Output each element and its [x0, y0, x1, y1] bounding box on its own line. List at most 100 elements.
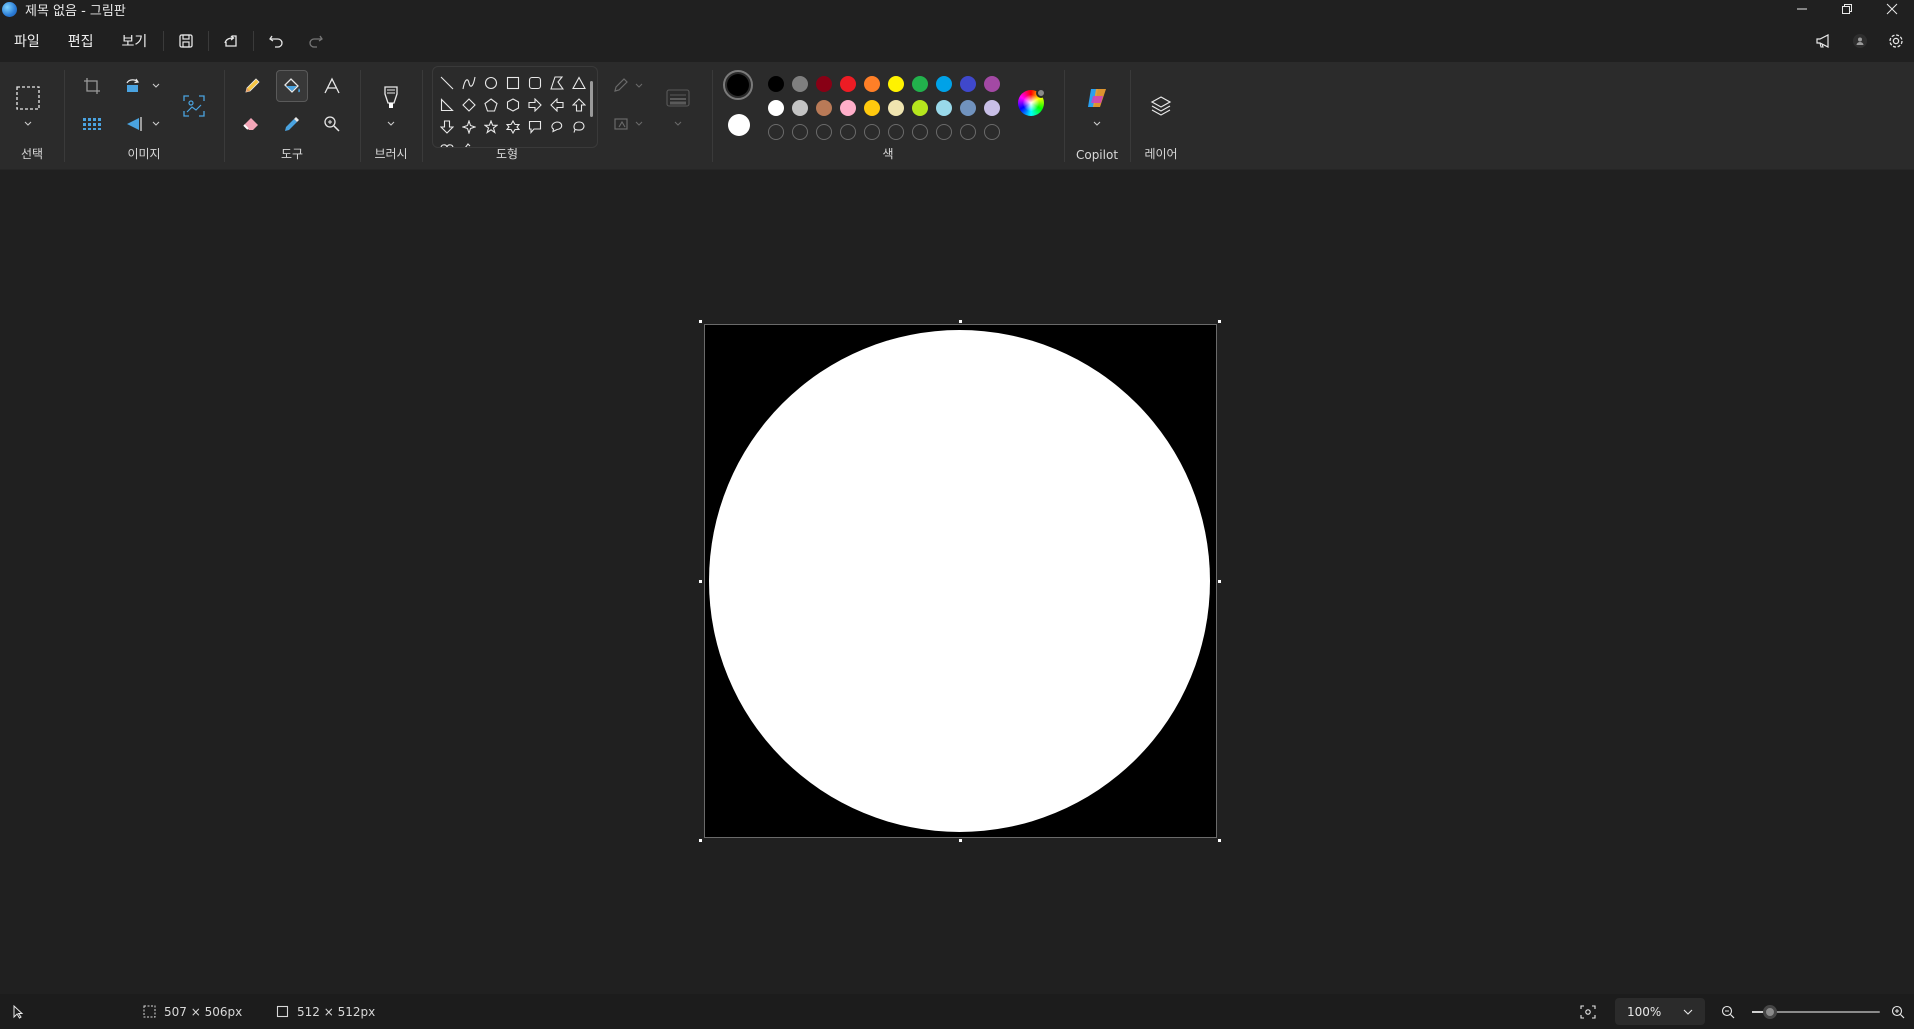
- palette-swatch[interactable]: [840, 100, 856, 116]
- shape-hexagon[interactable]: [503, 95, 523, 115]
- menu-file[interactable]: 파일: [0, 24, 54, 58]
- undo-button[interactable]: [256, 24, 296, 58]
- palette-swatch[interactable]: [984, 100, 1000, 116]
- line-size-dropdown[interactable]: [673, 119, 683, 129]
- palette-swatch[interactable]: [864, 76, 880, 92]
- shape-cloud-callout[interactable]: [569, 117, 589, 137]
- shape-oval[interactable]: [481, 73, 501, 93]
- select-rectangle-button[interactable]: [12, 82, 44, 114]
- resize-handle-top[interactable]: [958, 319, 963, 324]
- zoom-slider-thumb[interactable]: [1762, 1005, 1777, 1019]
- close-button[interactable]: [1869, 0, 1914, 18]
- shape-line[interactable]: [437, 73, 457, 93]
- rotate-button[interactable]: [118, 70, 150, 102]
- custom-color-slot[interactable]: [888, 124, 904, 140]
- shape-diamond[interactable]: [459, 95, 479, 115]
- shape-fill-dropdown[interactable]: [634, 119, 644, 129]
- outline-dropdown[interactable]: [634, 81, 644, 91]
- custom-color-slot[interactable]: [840, 124, 856, 140]
- palette-swatch[interactable]: [936, 76, 952, 92]
- custom-color-slot[interactable]: [912, 124, 928, 140]
- shape-rounded-rectangle[interactable]: [525, 73, 545, 93]
- palette-swatch[interactable]: [816, 100, 832, 116]
- zoom-out-button[interactable]: [1721, 994, 1735, 1029]
- shape-oval-callout[interactable]: [547, 117, 567, 137]
- custom-color-slot[interactable]: [864, 124, 880, 140]
- custom-color-slot[interactable]: [792, 124, 808, 140]
- custom-color-slot[interactable]: [960, 124, 976, 140]
- shape-pentagon[interactable]: [481, 95, 501, 115]
- pencil-button[interactable]: [236, 70, 268, 102]
- fill-button[interactable]: [276, 70, 308, 102]
- custom-color-slot[interactable]: [984, 124, 1000, 140]
- shape-right-arrow[interactable]: [525, 95, 545, 115]
- shape-four-point-star[interactable]: [459, 117, 479, 137]
- palette-swatch[interactable]: [792, 76, 808, 92]
- shape-right-triangle[interactable]: [437, 95, 457, 115]
- palette-swatch[interactable]: [960, 76, 976, 92]
- palette-swatch[interactable]: [912, 76, 928, 92]
- layers-button[interactable]: [1145, 90, 1177, 122]
- text-button[interactable]: [316, 70, 348, 102]
- palette-swatch[interactable]: [984, 76, 1000, 92]
- share-button[interactable]: [211, 24, 251, 58]
- rotate-dropdown[interactable]: [151, 81, 161, 91]
- zoom-slider[interactable]: [1752, 1005, 1880, 1019]
- custom-color-slot[interactable]: [768, 124, 784, 140]
- custom-color-slot[interactable]: [816, 124, 832, 140]
- palette-swatch[interactable]: [888, 76, 904, 92]
- drawing-canvas[interactable]: [704, 324, 1217, 838]
- shape-triangle[interactable]: [569, 73, 589, 93]
- palette-swatch[interactable]: [960, 100, 976, 116]
- magnifier-button[interactable]: [316, 108, 348, 140]
- image-background-button[interactable]: [178, 90, 210, 122]
- crop-button[interactable]: [76, 70, 108, 102]
- palette-swatch[interactable]: [840, 76, 856, 92]
- primary-color-selector[interactable]: [723, 70, 753, 100]
- color-picker-button[interactable]: [276, 108, 308, 140]
- palette-swatch[interactable]: [792, 100, 808, 116]
- zoom-select[interactable]: 100%: [1615, 998, 1705, 1025]
- shapes-scrollbar[interactable]: [590, 81, 593, 117]
- select-dropdown[interactable]: [23, 119, 33, 129]
- announcement-button[interactable]: [1806, 24, 1842, 58]
- zoom-in-button[interactable]: [1891, 994, 1905, 1029]
- minimize-button[interactable]: [1779, 0, 1824, 18]
- shape-left-arrow[interactable]: [547, 95, 567, 115]
- menu-edit[interactable]: 편집: [54, 24, 108, 58]
- resize-handle-left[interactable]: [698, 579, 703, 584]
- shape-six-point-star[interactable]: [503, 117, 523, 137]
- shape-down-arrow[interactable]: [437, 117, 457, 137]
- resize-handle-bottom[interactable]: [958, 838, 963, 843]
- brushes-dropdown[interactable]: [386, 119, 396, 129]
- shape-five-point-star[interactable]: [481, 117, 501, 137]
- palette-swatch[interactable]: [888, 100, 904, 116]
- palette-swatch[interactable]: [912, 100, 928, 116]
- palette-swatch[interactable]: [768, 76, 784, 92]
- settings-button[interactable]: [1878, 24, 1914, 58]
- shape-curve[interactable]: [459, 73, 479, 93]
- palette-swatch[interactable]: [768, 100, 784, 116]
- fit-to-window-button[interactable]: [1580, 994, 1596, 1029]
- shape-up-arrow[interactable]: [569, 95, 589, 115]
- resize-handle-right[interactable]: [1217, 579, 1222, 584]
- flip-dropdown[interactable]: [151, 119, 161, 129]
- save-button[interactable]: [166, 24, 206, 58]
- shape-rect-callout[interactable]: [525, 117, 545, 137]
- custom-color-slot[interactable]: [936, 124, 952, 140]
- secondary-color-swatch[interactable]: [728, 114, 750, 136]
- brushes-button[interactable]: [375, 82, 407, 114]
- account-button[interactable]: [1842, 24, 1878, 58]
- resize-handle-top-right[interactable]: [1217, 319, 1222, 324]
- shape-polygon[interactable]: [547, 73, 567, 93]
- line-size-button[interactable]: [662, 82, 694, 114]
- edit-colors-button[interactable]: [1018, 88, 1046, 116]
- redo-button[interactable]: [296, 24, 336, 58]
- copilot-dropdown[interactable]: [1092, 119, 1102, 129]
- menu-view[interactable]: 보기: [108, 24, 162, 58]
- palette-swatch[interactable]: [936, 100, 952, 116]
- palette-swatch[interactable]: [864, 100, 880, 116]
- restore-button[interactable]: [1824, 0, 1869, 18]
- resize-handle-bottom-right[interactable]: [1217, 838, 1222, 843]
- palette-swatch[interactable]: [816, 76, 832, 92]
